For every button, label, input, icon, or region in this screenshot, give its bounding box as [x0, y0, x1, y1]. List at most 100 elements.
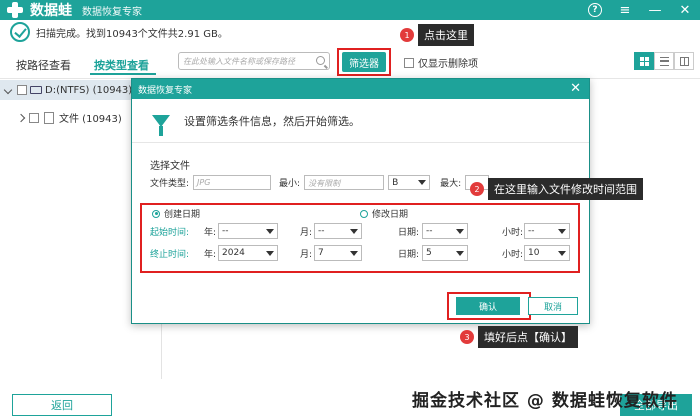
month-label: 月: [300, 228, 313, 238]
tree-checkbox[interactable] [29, 112, 39, 123]
close-button[interactable]: ✕ [676, 1, 694, 19]
min-size-label: 最小: [279, 179, 301, 189]
end-time-label: 终止时间: [150, 250, 190, 260]
back-button[interactable]: 返回 [12, 394, 112, 416]
max-size-label: 最大: [440, 179, 462, 189]
dropdown-arrow-icon [456, 228, 464, 234]
app-name: 数据蛙 [30, 3, 72, 19]
dialog-header: 设置筛选条件信息，然后开始筛选。 [132, 99, 589, 143]
callout-2: 2 在这里输入文件修改时间范围 [470, 178, 643, 200]
status-text: 扫描完成。找到10943个文件共2.91 GB。 [36, 28, 228, 40]
columns-icon [679, 56, 689, 66]
start-year-value: -- [222, 226, 229, 236]
tab-by-type[interactable]: 按类型查看 [94, 57, 149, 73]
create-date-label: 创建日期 [164, 210, 201, 220]
file-type-input[interactable]: JPG [193, 175, 272, 190]
watermark: 掘金技术社区 @ 数据蛙恢复软件 [412, 391, 678, 411]
end-day-select[interactable]: 5 [422, 245, 468, 261]
radio-on-icon [152, 209, 160, 218]
start-hour-select[interactable]: -- [524, 223, 570, 239]
checkbox-box[interactable] [404, 57, 414, 68]
app-subtitle: 数据恢复专家 [82, 6, 142, 18]
chevron-down-icon[interactable] [3, 85, 13, 95]
logo-cross-icon [6, 1, 24, 19]
search-placeholder: 在此处输入文件名称或保存路径 [183, 57, 295, 66]
view-switcher [634, 52, 694, 70]
hour-label: 小时: [502, 250, 524, 260]
menu-icon: ≡ [619, 2, 631, 18]
hour-label: 小时: [502, 228, 524, 238]
year-label: 年: [204, 228, 217, 238]
confirm-button[interactable]: 确认 [456, 297, 520, 315]
drive-icon [30, 86, 42, 94]
highlight-box-filter [337, 48, 391, 76]
cancel-button[interactable]: 取消 [528, 297, 578, 315]
dropdown-arrow-icon [558, 228, 566, 234]
modify-date-radio[interactable]: 修改日期 [360, 207, 408, 220]
start-month-value: -- [318, 226, 325, 236]
callout-text: 点击这里 [418, 24, 474, 46]
tree-item-files[interactable]: 文件 (10943) [16, 110, 122, 125]
dialog-close-icon[interactable]: ✕ [570, 81, 581, 96]
close-icon: ✕ [679, 2, 691, 18]
grid-icon [639, 56, 649, 66]
end-time-row: 终止时间: 年: 2024 月: 7 日期: 5 小时: 10 [150, 245, 580, 261]
dropdown-arrow-icon [350, 228, 358, 234]
dropdown-arrow-icon [266, 250, 274, 256]
list-view-button[interactable] [654, 52, 674, 70]
app-logo: 数据蛙 数据恢复专家 [6, 0, 142, 20]
funnel-icon [152, 114, 170, 136]
dropdown-arrow-icon [350, 250, 358, 256]
file-type-label: 文件类型: [150, 179, 190, 189]
scan-status: 扫描完成。找到10943个文件共2.91 GB。 [10, 22, 228, 42]
help-button[interactable]: ? [586, 1, 604, 19]
end-year-value: 2024 [222, 248, 245, 258]
callout-text: 在这里输入文件修改时间范围 [488, 178, 643, 200]
end-hour-select[interactable]: 10 [524, 245, 570, 261]
start-month-select[interactable]: -- [314, 223, 362, 239]
minimize-button[interactable]: — [646, 1, 664, 19]
section-title: 选择文件 [150, 161, 190, 172]
end-year-select[interactable]: 2024 [218, 245, 278, 261]
active-tab-indicator [90, 73, 156, 75]
check-icon [10, 22, 30, 42]
end-month-select[interactable]: 7 [314, 245, 362, 261]
end-hour-value: 10 [528, 248, 540, 258]
callout-number: 1 [400, 28, 414, 42]
callout-3: 3 填好后点【确认】 [460, 326, 578, 348]
title-bar: 数据蛙 数据恢复专家 ? ≡ — ✕ [0, 0, 700, 20]
search-input[interactable]: 在此处输入文件名称或保存路径 [178, 52, 330, 70]
start-day-select[interactable]: -- [422, 223, 468, 239]
only-deleted-label: 仅显示删除项 [418, 59, 478, 70]
modify-date-label: 修改日期 [372, 210, 409, 220]
chevron-right-icon[interactable] [16, 113, 26, 122]
dialog-title: 数据恢复专家 [138, 85, 193, 96]
dropdown-arrow-icon [456, 250, 464, 256]
menu-button[interactable]: ≡ [616, 1, 634, 19]
year-label: 年: [204, 250, 217, 260]
start-year-select[interactable]: -- [218, 223, 278, 239]
dropdown-arrow-icon [266, 228, 274, 234]
callout-1: 1 点击这里 [400, 24, 474, 46]
grid-view-button[interactable] [634, 52, 654, 70]
end-month-value: 7 [318, 248, 324, 258]
tree-root-label: D:(NTFS) (10943) [45, 84, 133, 96]
tree-checkbox[interactable] [17, 85, 27, 95]
dialog-title-bar: 数据恢复专家 ✕ [132, 79, 589, 99]
minimize-icon: — [648, 2, 662, 18]
callout-text: 填好后点【确认】 [478, 326, 578, 348]
file-type-placeholder: JPG [197, 178, 211, 187]
filter-dialog: 数据恢复专家 ✕ 设置筛选条件信息，然后开始筛选。 选择文件 文件类型: JPG… [131, 78, 590, 324]
radio-off-icon [360, 209, 368, 218]
detail-view-button[interactable] [674, 52, 694, 70]
create-date-radio[interactable]: 创建日期 [152, 207, 200, 220]
search-icon [316, 56, 325, 65]
min-size-input[interactable]: 没有限制 [304, 175, 385, 190]
tab-by-path[interactable]: 按路径查看 [16, 57, 71, 73]
min-unit-select[interactable]: B [388, 175, 431, 190]
only-deleted-checkbox[interactable]: 仅显示删除项 [404, 55, 478, 70]
dialog-header-text: 设置筛选条件信息，然后开始筛选。 [184, 114, 360, 128]
tree-child-label: 文件 (10943) [59, 114, 122, 125]
min-size-placeholder: 没有限制 [308, 179, 341, 188]
callout-number: 2 [470, 182, 484, 196]
